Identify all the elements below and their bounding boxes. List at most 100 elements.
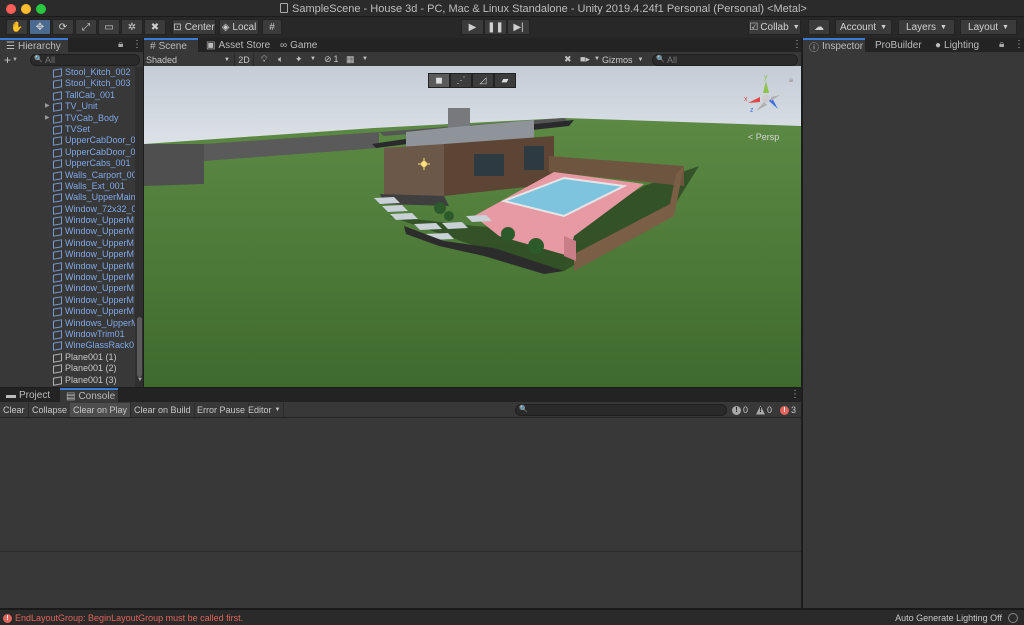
hierarchy-item[interactable]: Walls_UpperMain [0,192,135,204]
tab-probuilder[interactable]: ProBuilder [869,38,928,52]
hierarchy-item[interactable]: Window_72x32_0 [0,204,135,215]
console-search-input[interactable] [515,404,727,416]
hierarchy-item[interactable]: Walls_Carport_00 [0,170,135,181]
hierarchy-item[interactable]: Window_UpperM [0,306,135,317]
camera-icon[interactable]: ■▸ [580,54,590,65]
lock-icon[interactable]: 🔒︎ [789,75,793,85]
layers-dropdown[interactable]: Layers ▼ [898,19,955,35]
hierarchy-item[interactable]: Walls_Ext_001 [0,181,135,192]
grid-snap-button[interactable]: # [262,19,282,35]
edge-mode-button[interactable]: ◿ [472,73,494,88]
light-icon[interactable]: 💡︎ [261,54,267,65]
hierarchy-item[interactable]: Window_UpperM [0,226,135,238]
transform-tool-button[interactable]: ✲ [121,19,143,35]
warning-count-toggle[interactable]: ! 0 [756,405,772,415]
tab-inspector[interactable]: ⓘ Inspector [803,38,865,54]
console-splitter[interactable] [0,551,801,552]
vertex-mode-button[interactable]: ⋰ [450,73,472,88]
pivot-center-button[interactable]: ⊡ Center [172,19,216,35]
scale-tool-button[interactable]: ⤢ [75,19,97,35]
close-window-button[interactable] [6,4,16,14]
shading-mode-dropdown[interactable]: Shaded ▼ [146,53,230,66]
tools-icon[interactable]: ✖ [564,54,572,65]
chevron-down-icon[interactable]: ▼ [362,56,368,62]
scene-visibility-toggle[interactable]: ⊘ 1 [324,54,339,65]
chevron-down-icon[interactable]: ▼ [594,56,600,62]
hierarchy-item[interactable]: Window_UpperM [0,238,135,249]
status-error-message[interactable]: ! EndLayoutGroup: BeginLayoutGroup must b… [3,613,243,623]
minimize-window-button[interactable] [21,4,31,14]
hierarchy-item[interactable]: Plane001 (3) [0,375,135,386]
hierarchy-item[interactable]: Window_UpperM [0,249,135,261]
hierarchy-item[interactable]: Windows_UpperM [0,318,135,329]
gizmos-dropdown[interactable]: Gizmos ▼ [602,53,643,66]
step-button[interactable]: ▶| [507,19,530,35]
clear-on-play-toggle[interactable]: Clear on Play [70,403,132,417]
hierarchy-item[interactable]: Plane001 (2) [0,363,135,374]
chevron-down-icon[interactable]: ▼ [12,57,18,63]
tab-console[interactable]: ▤ Console [60,388,118,402]
hierarchy-splitter[interactable] [143,38,144,388]
scene-search-input[interactable]: All [652,54,798,66]
chevron-right-icon[interactable]: ▶ [45,113,50,124]
face-mode-button[interactable]: ▰ [494,73,516,88]
chevron-right-icon[interactable]: ▶ [45,101,50,112]
hierarchy-item[interactable]: TVSet [0,124,135,135]
inspector-splitter[interactable] [801,38,803,609]
custom-tool-button[interactable]: ✖ [144,19,166,35]
add-icon[interactable]: + [4,53,11,67]
mode-2d-toggle[interactable]: 2D [234,53,254,66]
hand-tool-button[interactable]: ✋ [6,19,28,35]
collapse-button[interactable]: Collapse [29,403,72,417]
hierarchy-item[interactable]: ▶ TV_Unit [0,101,135,112]
hierarchy-item[interactable]: TallCab_001 [0,90,135,101]
bottom-splitter[interactable] [0,387,801,388]
rotate-tool-button[interactable]: ⟳ [52,19,74,35]
move-tool-button[interactable]: ✥ [29,19,51,35]
tab-asset-store[interactable]: ▣ Asset Store [200,38,276,52]
error-pause-toggle[interactable]: Error Pause [194,403,250,417]
hierarchy-item[interactable]: Stool_Kitch_003 [0,78,135,90]
info-count-toggle[interactable]: ! 0 [732,405,748,415]
kebab-icon[interactable]: ⋮ [132,39,142,50]
console-log-area[interactable] [0,418,801,608]
hierarchy-item[interactable]: Plane001 (1) [0,352,135,363]
grid-icon[interactable]: ▦ [346,54,355,65]
tab-game[interactable]: ∞ Game [274,38,323,52]
object-mode-button[interactable]: ◼ [428,73,450,88]
hierarchy-item[interactable]: UpperCabDoor_0 [0,135,135,147]
scene-viewport[interactable]: x y z [144,66,801,387]
pivot-local-button[interactable]: ◈ Local [219,19,259,35]
tab-hierarchy[interactable]: ☰ Hierarchy [0,38,68,52]
lock-icon[interactable]: 🔒︎ [999,39,1004,50]
account-dropdown[interactable]: Account ▼ [835,19,892,35]
effects-icon[interactable]: ✦ [295,54,303,65]
hierarchy-item[interactable]: Stool_Kitch_002 [0,67,135,78]
kebab-icon[interactable]: ⋮ [1014,39,1024,50]
hierarchy-item[interactable]: WindowTrim01 [0,329,135,340]
kebab-icon[interactable]: ⋮ [790,389,800,400]
tab-scene[interactable]: # Scene [144,38,198,52]
zoom-window-button[interactable] [36,4,46,14]
hierarchy-item[interactable]: Window_UpperM [0,283,135,295]
clear-on-build-toggle[interactable]: Clear on Build [131,403,195,417]
hierarchy-item[interactable]: Window_UpperM [0,261,135,272]
audio-icon[interactable]: 🔈︎ [278,54,283,65]
cloud-button[interactable]: ☁ [808,19,830,35]
clear-button[interactable]: Clear [0,403,29,417]
hierarchy-item[interactable]: ▶ TVCab_Body [0,113,135,124]
tab-lighting[interactable]: ● Lighting [929,38,985,52]
layout-dropdown[interactable]: Layout ▼ [960,19,1017,35]
lock-icon[interactable]: 🔒︎ [118,39,123,50]
scroll-thumb[interactable] [137,317,142,377]
error-count-toggle[interactable]: ! 3 [780,405,796,415]
hierarchy-item[interactable]: UpperCabDoor_0 [0,147,135,158]
hierarchy-item[interactable]: Window_UpperM [0,272,135,283]
perspective-label[interactable]: < Persp [748,132,779,142]
hierarchy-search-input[interactable]: All [30,54,140,66]
pause-button[interactable]: ❚❚ [484,19,507,35]
chevron-down-icon[interactable]: ▼ [310,56,316,62]
hierarchy-item[interactable]: Window_UpperM [0,295,135,306]
hierarchy-item[interactable]: Window_UpperM [0,215,135,226]
play-button[interactable]: ▶ [461,19,484,35]
